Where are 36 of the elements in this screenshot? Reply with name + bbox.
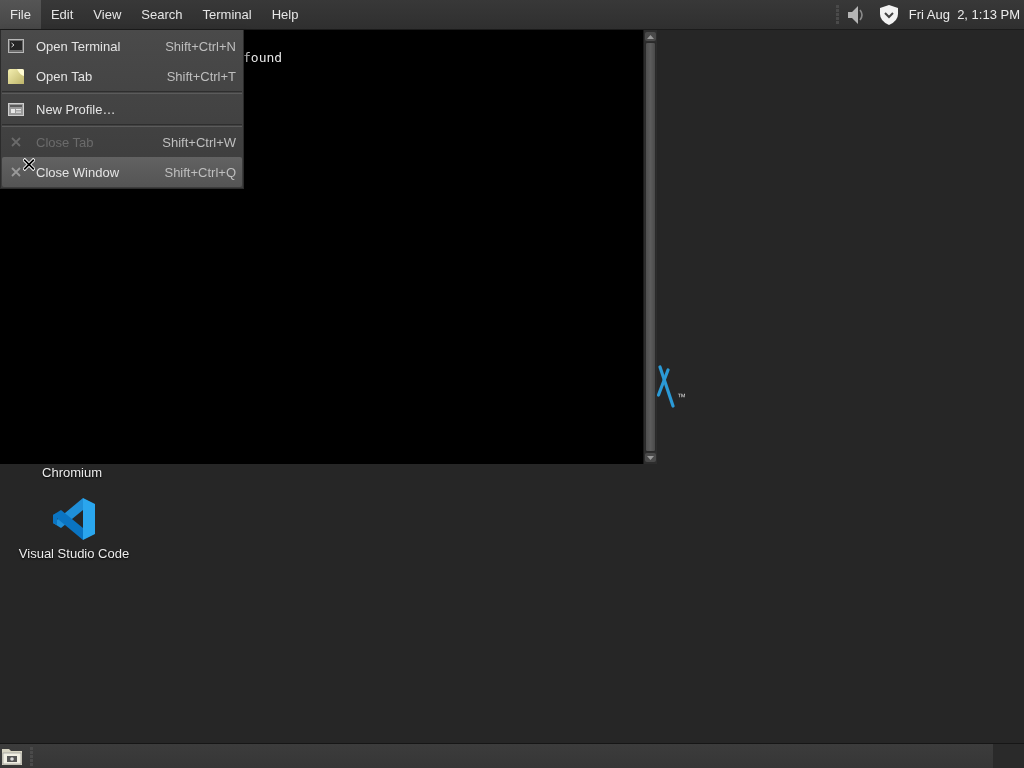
scroll-up-button[interactable]: [645, 32, 656, 41]
menubar-item[interactable]: Search: [131, 0, 193, 29]
shortcut-text: Shift+Ctrl+T: [166, 68, 236, 84]
menubar-item[interactable]: Edit: [40, 0, 84, 29]
trademark-sign: ™: [677, 392, 686, 402]
id-card-icon: [8, 102, 24, 116]
menubar-item[interactable]: File: [0, 0, 41, 29]
menu-item[interactable]: Open Tab Shift+Ctrl+T: [2, 61, 242, 91]
shortcut-text: Shift+Ctrl+Q: [164, 164, 236, 180]
shortcut-text: Shift+Ctrl+W: [162, 134, 236, 150]
down-arrow-icon: [647, 455, 654, 460]
menu-item[interactable]: New Profile…: [2, 94, 242, 124]
speaker-icon[interactable]: [846, 4, 865, 25]
folder-icon[interactable]: [2, 747, 22, 765]
menu-item[interactable]: Open Terminal Shift+Ctrl+N: [2, 31, 242, 61]
x-cursor-icon: [23, 158, 35, 171]
scroll-down-button[interactable]: [645, 453, 656, 462]
scrollbar[interactable]: [643, 30, 657, 464]
app-logo-icon[interactable]: [52, 497, 96, 541]
desktop-icon-label[interactable]: Visual Studio Code: [18, 546, 130, 561]
terminal-text: found: [243, 49, 283, 66]
desktop-icon-label[interactable]: Chromium: [42, 465, 102, 480]
clock[interactable]: Fri Aug 2, 1:13 PM: [908, 7, 1020, 22]
menu-item[interactable]: Close Window Shift+Ctrl+Q: [2, 157, 242, 187]
close-icon: [11, 167, 21, 177]
menubar-item[interactable]: View: [83, 0, 132, 29]
menubar-item[interactable]: Help: [261, 0, 309, 29]
up-arrow-icon: [647, 34, 654, 39]
shortcut-text: Shift+Ctrl+N: [165, 38, 236, 54]
shield-icon[interactable]: [879, 4, 898, 25]
scrollbar-thumb[interactable]: [645, 42, 656, 452]
terminal-icon: [8, 39, 24, 53]
close-icon: [11, 137, 21, 147]
menubar-item[interactable]: Terminal: [192, 0, 262, 29]
x-logo-icon[interactable]: [657, 365, 675, 408]
note-icon: [8, 68, 24, 84]
